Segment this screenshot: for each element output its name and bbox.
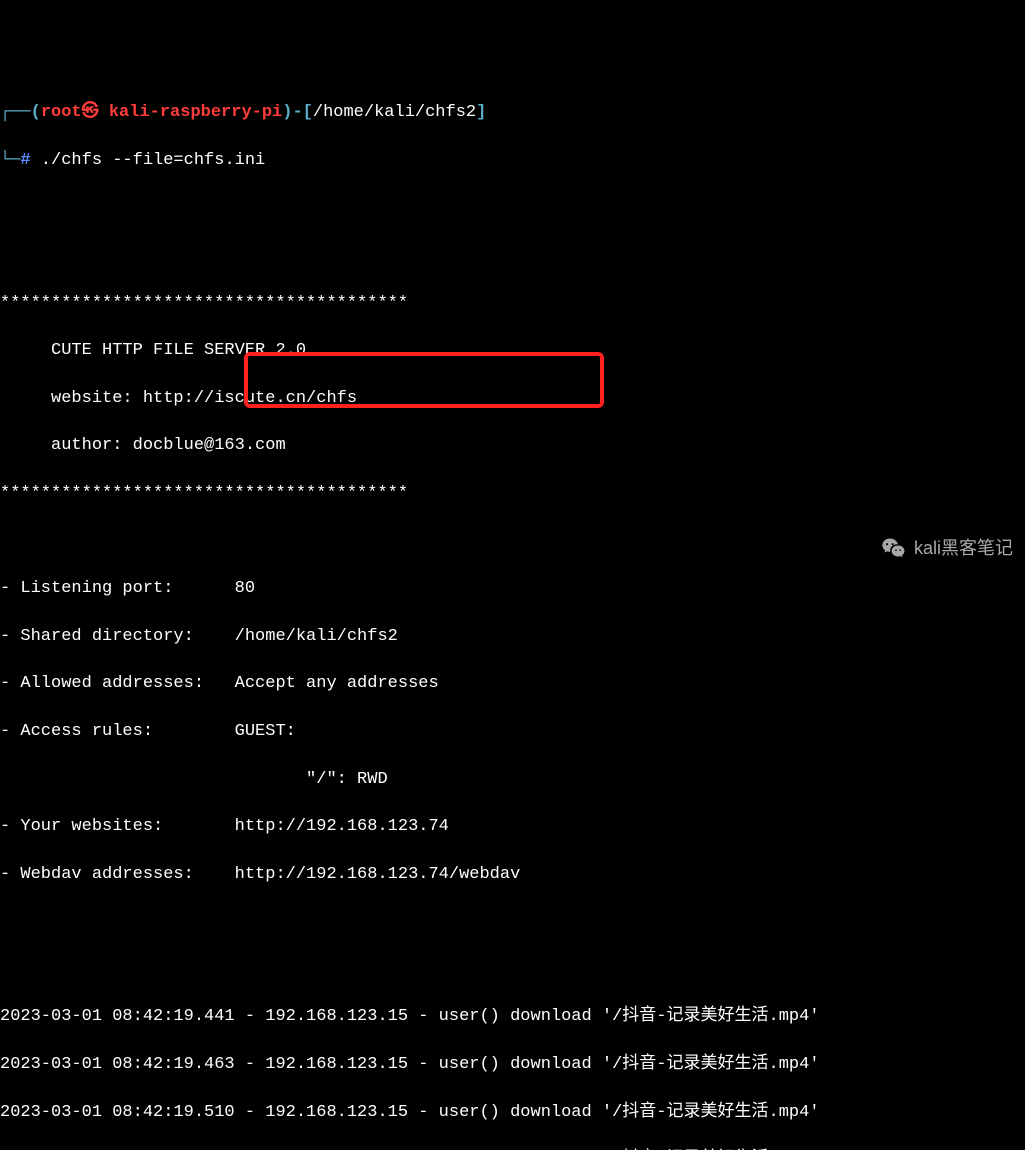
log-line: 2023-03-01 08:42:19.463 - 192.168.123.15… [0, 1053, 1025, 1077]
banner-title: CUTE HTTP FILE SERVER 2.0 [0, 339, 1025, 363]
prompt-host: kali-raspberry-pi [99, 103, 283, 122]
setting-listening: - Listening port: 80 [0, 577, 1025, 601]
wechat-icon [880, 535, 908, 563]
prompt-line-1: ┌──(root㉿ kali-raspberry-pi)-[/home/kali… [0, 101, 1025, 125]
log-line: 2023-03-01 08:42:19.441 - 192.168.123.15… [0, 1005, 1025, 1029]
skull-icon: ㉿ [82, 103, 99, 122]
setting-allowed: - Allowed addresses: Accept any addresse… [0, 672, 1025, 696]
banner-author: author: docblue@163.com [0, 434, 1025, 458]
prompt-path: /home/kali/chfs2 [313, 103, 476, 122]
watermark-text: kali黑客笔记 [914, 536, 1013, 561]
prompt-line-2[interactable]: └─# ./chfs --file=chfs.ini [0, 149, 1025, 173]
banner-stars-bottom: **************************************** [0, 482, 1025, 506]
setting-websites: - Your websites: http://192.168.123.74 [0, 815, 1025, 839]
prompt-line2-prefix: └─ [0, 151, 20, 170]
banner-website: website: http://iscute.cn/chfs [0, 387, 1025, 411]
setting-shared: - Shared directory: /home/kali/chfs2 [0, 625, 1025, 649]
banner-stars-top: **************************************** [0, 292, 1025, 316]
watermark: kali黑客笔记 [880, 535, 1013, 563]
prompt-hash: # [20, 151, 30, 170]
command-text: ./chfs --file=chfs.ini [31, 151, 266, 170]
prompt-box-open: ┌──( [0, 103, 41, 122]
setting-access2: "/": RWD [0, 768, 1025, 792]
setting-webdav: - Webdav addresses: http://192.168.123.7… [0, 863, 1025, 887]
prompt-user: root [41, 103, 82, 122]
log-line: 2023-03-01 08:42:19.558 - 192.168.123.15… [0, 1148, 1025, 1150]
setting-access: - Access rules: GUEST: [0, 720, 1025, 744]
close-paren: )-[ [282, 103, 313, 122]
close-bracket: ] [476, 103, 486, 122]
log-line: 2023-03-01 08:42:19.510 - 192.168.123.15… [0, 1101, 1025, 1125]
